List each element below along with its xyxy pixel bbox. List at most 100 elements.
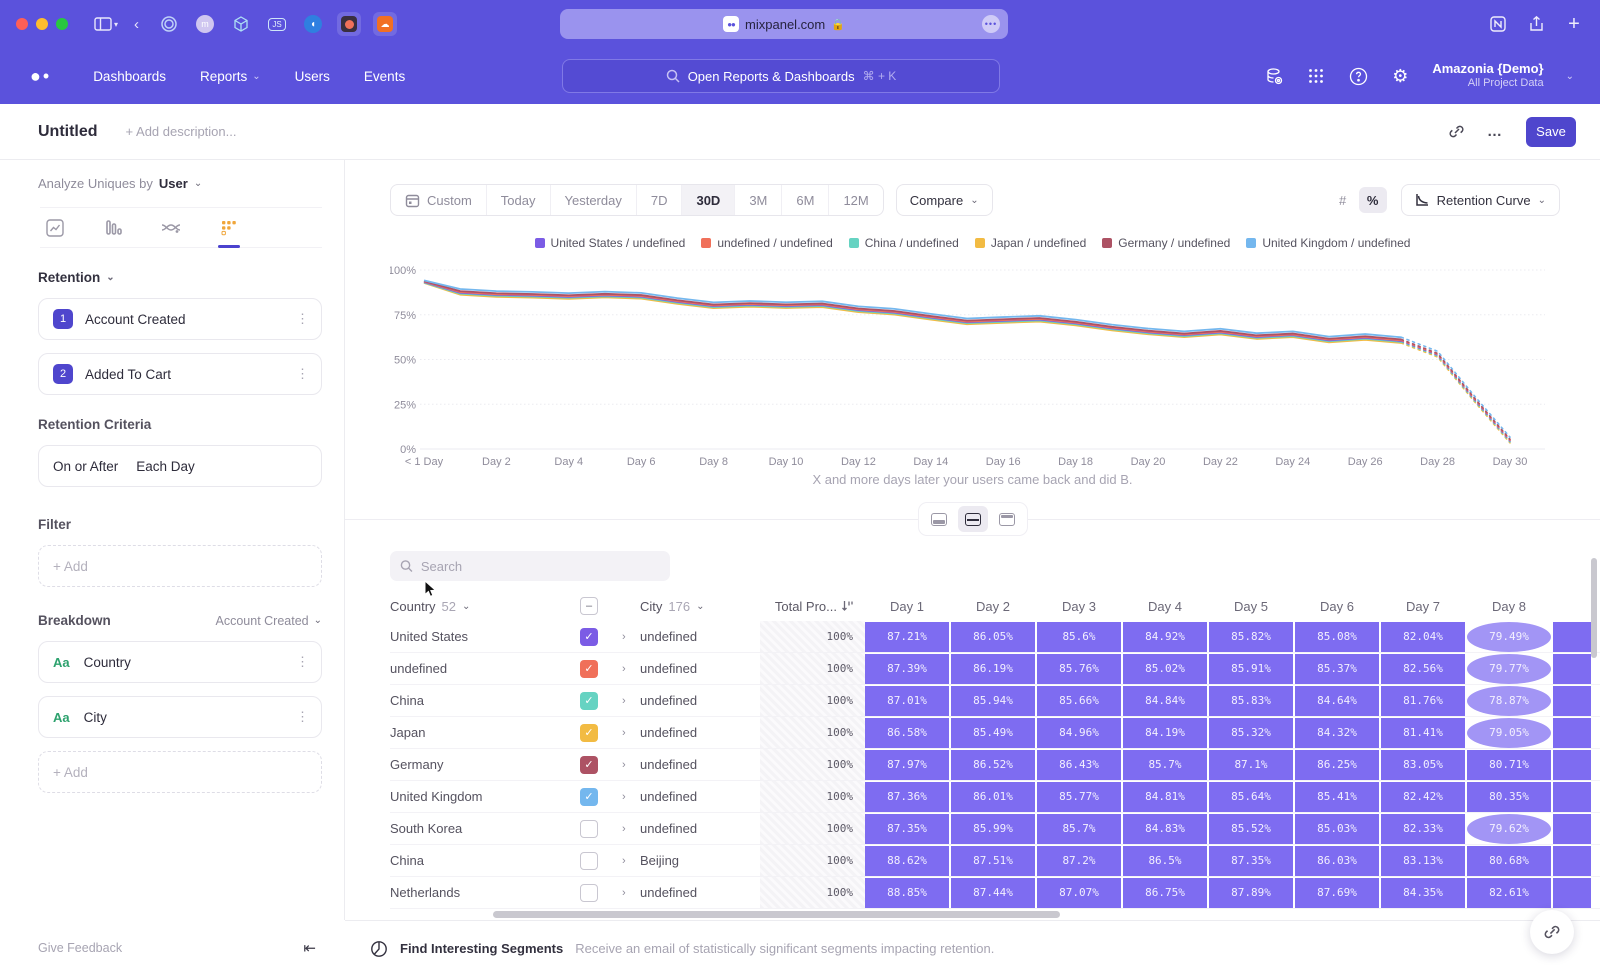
legend-item[interactable]: undefined / undefined xyxy=(701,236,832,250)
expand-row-icon[interactable]: › xyxy=(622,727,640,739)
retention-value-cell[interactable]: 86.19% xyxy=(951,654,1035,684)
retention-value-cell-clipped[interactable] xyxy=(1553,622,1591,652)
breakdown-property[interactable]: City xyxy=(84,710,296,725)
nav-dashboards[interactable]: Dashboards xyxy=(93,69,166,84)
retention-value-cell[interactable]: 85.77% xyxy=(1037,782,1121,812)
day-column-header[interactable]: Day 7 xyxy=(1381,599,1465,614)
retention-value-cell[interactable]: 87.97% xyxy=(865,750,949,780)
retention-value-cell[interactable]: 85.08% xyxy=(1295,622,1379,652)
retention-step-1[interactable]: 1 Account Created ⋮ xyxy=(38,298,322,340)
kebab-menu-icon[interactable]: ⋮ xyxy=(296,654,309,670)
row-checkbox[interactable]: ✓ xyxy=(580,788,598,806)
retention-value-cell[interactable]: 88.85% xyxy=(865,878,949,908)
retention-value-cell[interactable]: 85.41% xyxy=(1295,782,1379,812)
window-controls[interactable] xyxy=(16,18,68,30)
tab-insights[interactable] xyxy=(40,218,70,247)
retention-value-cell[interactable]: 87.21% xyxy=(865,622,949,652)
table-only-view-icon[interactable] xyxy=(992,506,1022,532)
retention-value-cell[interactable]: 87.35% xyxy=(865,814,949,844)
page-options-icon[interactable]: ••• xyxy=(982,15,1000,33)
back-icon[interactable]: ‹ xyxy=(134,16,139,33)
retention-value-cell[interactable]: 85.76% xyxy=(1037,654,1121,684)
retention-value-cell[interactable]: 81.76% xyxy=(1381,686,1465,716)
retention-section-label[interactable]: Retention⌄ xyxy=(38,270,322,285)
expand-row-icon[interactable]: › xyxy=(622,695,640,707)
expand-row-icon[interactable]: › xyxy=(622,791,640,803)
retention-value-cell[interactable]: 87.89% xyxy=(1209,878,1293,908)
horizontal-scrollbar[interactable] xyxy=(390,911,1600,919)
day-column-header[interactable]: Day 1 xyxy=(865,599,949,614)
retention-value-cell[interactable]: 84.92% xyxy=(1123,622,1207,652)
series-line[interactable] xyxy=(424,281,1401,339)
expand-row-icon[interactable]: › xyxy=(622,631,640,643)
expand-row-icon[interactable]: › xyxy=(622,663,640,675)
row-checkbox[interactable]: ✓ xyxy=(580,660,598,678)
retention-criteria-card[interactable]: On or After Each Day xyxy=(38,445,322,487)
retention-value-cell[interactable]: 80.71% xyxy=(1467,750,1551,780)
retention-value-cell[interactable]: 88.62% xyxy=(865,846,949,876)
step-event-name[interactable]: Added To Cart xyxy=(85,367,296,382)
chart-only-view-icon[interactable] xyxy=(924,506,954,532)
retention-value-cell[interactable]: 85.94% xyxy=(951,686,1035,716)
retention-value-cell[interactable]: 85.37% xyxy=(1295,654,1379,684)
retention-step-2[interactable]: 2 Added To Cart ⋮ xyxy=(38,353,322,395)
split-view-icon[interactable] xyxy=(958,506,988,532)
retention-value-cell[interactable]: 84.83% xyxy=(1123,814,1207,844)
table-search-input[interactable] xyxy=(421,559,660,574)
tab-flows[interactable] xyxy=(156,218,186,247)
retention-value-cell[interactable]: 82.33% xyxy=(1381,814,1465,844)
retention-value-cell[interactable]: 86.52% xyxy=(951,750,1035,780)
retention-value-cell[interactable]: 86.43% xyxy=(1037,750,1121,780)
global-search[interactable]: Open Reports & Dashboards ⌘ + K xyxy=(562,59,1000,93)
cube-extension-icon[interactable] xyxy=(229,12,253,36)
retention-value-cell[interactable]: 87.51% xyxy=(951,846,1035,876)
retention-value-cell[interactable]: 85.52% xyxy=(1209,814,1293,844)
date-range-30d[interactable]: 30D xyxy=(682,185,735,215)
series-line-projected[interactable] xyxy=(1401,341,1510,441)
add-description[interactable]: + Add description... xyxy=(126,124,237,139)
legend-item[interactable]: China / undefined xyxy=(849,236,959,250)
ring-extension-icon[interactable] xyxy=(157,12,181,36)
retention-value-cell[interactable]: 87.2% xyxy=(1037,846,1121,876)
settings-gear-icon[interactable]: ⚙ xyxy=(1390,66,1410,86)
kebab-menu-icon[interactable]: ⋮ xyxy=(296,366,309,382)
tab-sidebar-icon[interactable]: ▾ xyxy=(94,17,118,31)
retention-value-cell[interactable]: 84.84% xyxy=(1123,686,1207,716)
retention-value-cell[interactable]: 79.05% xyxy=(1467,718,1551,748)
save-button[interactable]: Save xyxy=(1526,117,1576,147)
retention-value-cell-clipped[interactable] xyxy=(1553,814,1591,844)
legend-item[interactable]: United States / undefined xyxy=(535,236,686,250)
series-line-projected[interactable] xyxy=(1401,340,1510,440)
retention-value-cell[interactable]: 87.35% xyxy=(1209,846,1293,876)
retention-value-cell[interactable]: 80.68% xyxy=(1467,846,1551,876)
day-column-header[interactable]: Day 3 xyxy=(1037,599,1121,614)
collapse-sidebar-icon[interactable]: ⇤ xyxy=(303,939,316,957)
tab-funnels[interactable] xyxy=(98,218,128,247)
retention-value-cell[interactable]: 85.6% xyxy=(1037,622,1121,652)
retention-value-cell[interactable]: 83.05% xyxy=(1381,750,1465,780)
mixpanel-logo[interactable]: ●• xyxy=(30,66,51,87)
retention-value-cell[interactable]: 84.64% xyxy=(1295,686,1379,716)
scrollbar-thumb[interactable] xyxy=(493,911,1060,918)
add-breakdown-button[interactable]: + Add xyxy=(38,751,322,793)
js-extension-icon[interactable]: JS xyxy=(265,12,289,36)
retention-value-cell[interactable]: 85.03% xyxy=(1295,814,1379,844)
date-range-custom[interactable]: Custom xyxy=(391,185,487,215)
day-column-header[interactable]: Day 2 xyxy=(951,599,1035,614)
close-window-icon[interactable] xyxy=(16,18,28,30)
tab-retention[interactable] xyxy=(214,218,244,247)
apps-grid-icon[interactable] xyxy=(1306,66,1326,86)
retention-value-cell[interactable]: 85.7% xyxy=(1123,750,1207,780)
retention-value-cell-clipped[interactable] xyxy=(1553,750,1591,780)
nav-users[interactable]: Users xyxy=(295,69,330,84)
compare-button[interactable]: Compare⌄ xyxy=(896,184,993,216)
retention-value-cell-clipped[interactable] xyxy=(1553,878,1591,908)
select-all-checkbox[interactable]: – xyxy=(580,597,598,615)
retention-value-cell[interactable]: 86.5% xyxy=(1123,846,1207,876)
day-column-header[interactable]: Day 4 xyxy=(1123,599,1207,614)
retention-value-cell[interactable]: 85.02% xyxy=(1123,654,1207,684)
find-segments-title[interactable]: Find Interesting Segments xyxy=(400,941,563,956)
help-icon[interactable] xyxy=(1348,66,1368,86)
row-checkbox[interactable]: ✓ xyxy=(580,756,598,774)
row-checkbox[interactable]: ✓ xyxy=(580,724,598,742)
